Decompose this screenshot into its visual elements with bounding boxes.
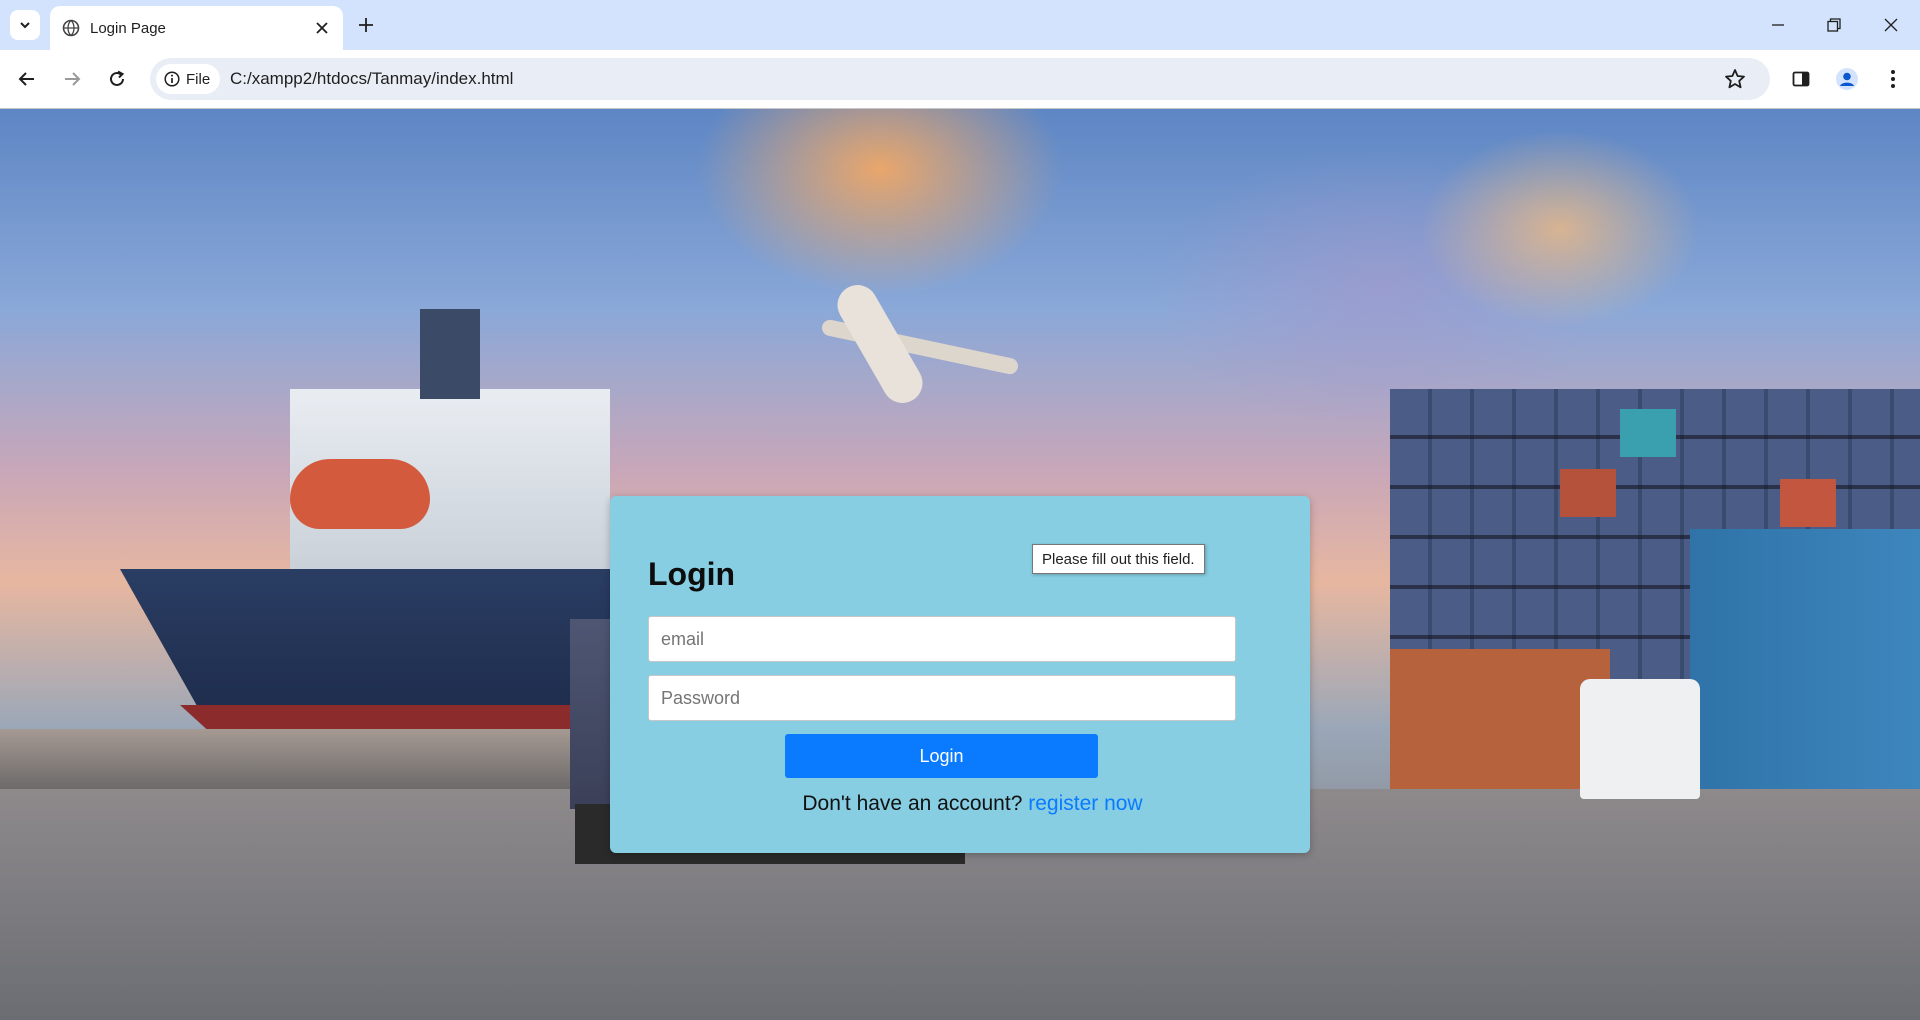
container-orange — [1780, 479, 1836, 527]
lifeboat — [290, 459, 430, 529]
close-icon — [1884, 18, 1898, 32]
window-close-button[interactable] — [1871, 10, 1911, 40]
browser-menu-button[interactable] — [1878, 64, 1908, 94]
url-text[interactable]: C:/xampp2/htdocs/Tanmay/index.html — [230, 69, 513, 89]
globe-icon — [62, 19, 80, 37]
plus-icon — [359, 18, 373, 32]
container-orange — [1560, 469, 1616, 517]
arrow-right-icon — [65, 72, 81, 86]
minimize-icon — [1772, 24, 1784, 26]
password-field[interactable] — [648, 675, 1236, 721]
info-icon — [164, 71, 180, 87]
close-icon — [316, 22, 328, 34]
container-teal — [1620, 409, 1676, 457]
close-tab-button[interactable] — [310, 16, 334, 40]
back-button[interactable] — [12, 64, 42, 94]
restore-button[interactable] — [1814, 10, 1854, 40]
site-info-chip[interactable]: File — [156, 64, 221, 94]
tab-strip: Login Page — [0, 0, 1920, 50]
profile-icon — [1836, 68, 1858, 90]
browser-toolbar: File C:/xampp2/htdocs/Tanmay/index.html — [0, 50, 1920, 109]
new-tab-button[interactable] — [353, 12, 379, 38]
login-heading: Login — [648, 556, 736, 592]
file-chip-label: File — [186, 70, 211, 88]
forward-button[interactable] — [57, 64, 87, 94]
profile-button[interactable] — [1832, 64, 1862, 94]
tab-title: Login Page — [90, 20, 166, 37]
address-bar[interactable]: File C:/xampp2/htdocs/Tanmay/index.html — [150, 58, 1770, 100]
minimize-button[interactable] — [1758, 10, 1798, 40]
register-prompt: Don't have an account? register now — [610, 792, 1310, 816]
reload-button[interactable] — [102, 64, 132, 94]
validation-tooltip: Please fill out this field. — [1032, 544, 1205, 574]
truck-cab — [1580, 679, 1700, 799]
blue-container-stack — [1690, 529, 1920, 789]
register-link[interactable]: register now — [1028, 792, 1142, 815]
side-panel-icon — [1792, 71, 1810, 87]
browser-tab[interactable]: Login Page — [50, 6, 343, 50]
chevron-down-icon — [20, 22, 30, 29]
truck-container — [1390, 649, 1610, 789]
page-viewport: Login Login Don't have an account? regis… — [0, 109, 1920, 1020]
email-field[interactable] — [648, 616, 1236, 662]
ship-tower — [420, 309, 480, 399]
dock — [0, 729, 620, 789]
ship-hull-waterline — [180, 705, 620, 729]
kebab-menu-icon — [1891, 70, 1895, 88]
arrow-left-icon — [18, 72, 34, 86]
restore-icon — [1827, 18, 1841, 32]
register-prompt-text: Don't have an account? — [802, 792, 1023, 815]
star-icon[interactable] — [1724, 68, 1746, 90]
reload-icon — [110, 70, 125, 86]
tab-search-button[interactable] — [10, 10, 40, 40]
login-button[interactable]: Login — [785, 734, 1098, 778]
login-card: Login Login Don't have an account? regis… — [610, 496, 1310, 853]
side-panel-button[interactable] — [1786, 64, 1816, 94]
